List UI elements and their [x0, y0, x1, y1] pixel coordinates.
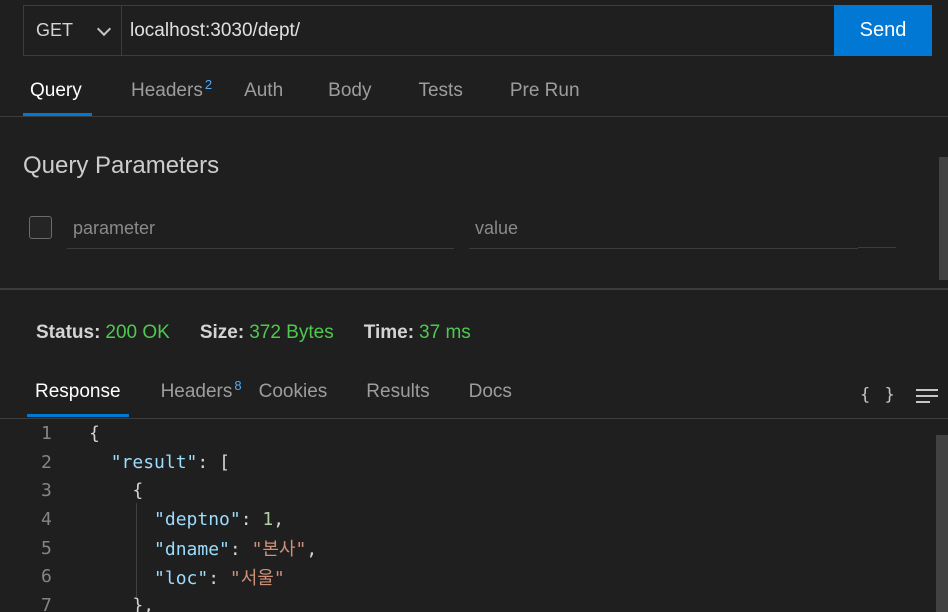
line-number: 2 — [41, 451, 52, 473]
line-number: 5 — [41, 537, 52, 559]
code-text: { — [89, 422, 100, 444]
query-parameters-title: Query Parameters — [23, 152, 220, 179]
method-select[interactable]: GET — [24, 6, 122, 55]
code-line: 7 }, — [0, 591, 936, 612]
request-tabs: Query Headers 2 Auth Body Tests Pre Run — [23, 77, 580, 116]
line-number: 1 — [41, 422, 52, 444]
code-text: { — [132, 480, 144, 502]
url-input[interactable] — [122, 6, 834, 55]
size-item: Size: 372 Bytes — [200, 322, 334, 344]
response-status-bar: Status: 200 OK Size: 372 Bytes Time: 37 ms — [36, 322, 501, 344]
row-underline — [858, 247, 896, 248]
size-value: 372 Bytes — [249, 322, 334, 343]
code-text: "loc": "서울" — [154, 567, 285, 589]
code-line: 2 "result": [ — [0, 448, 936, 477]
line-number: 6 — [41, 566, 52, 588]
tab-results[interactable]: Results — [366, 381, 429, 417]
tab-label: Response — [35, 381, 121, 402]
tab-tests[interactable]: Tests — [418, 80, 462, 116]
request-bar: GET Send — [23, 5, 932, 56]
response-scrollbar[interactable] — [936, 435, 948, 612]
tab-label: Pre Run — [509, 80, 580, 101]
param-enable-checkbox[interactable] — [29, 216, 52, 239]
tab-docs[interactable]: Docs — [469, 381, 512, 417]
tab-auth[interactable]: Auth — [244, 80, 283, 116]
headers-count-badge: 8 — [234, 378, 242, 393]
tab-query[interactable]: Query — [23, 80, 92, 116]
size-label: Size: — [199, 322, 245, 343]
tab-label: Headers — [160, 381, 233, 402]
status-label: Status: — [36, 322, 101, 343]
code-line: 5 "dname": "본사", — [0, 534, 936, 563]
tab-body[interactable]: Body — [328, 80, 371, 116]
code-line: 3 { — [0, 476, 936, 505]
code-text: "dname": "본사", — [154, 539, 318, 561]
tab-label: Docs — [468, 381, 512, 402]
tab-label: Results — [366, 381, 430, 402]
code-line: 4 "deptno": 1, — [0, 505, 936, 534]
tab-label: Auth — [244, 80, 284, 101]
line-number: 7 — [41, 594, 52, 612]
method-label: GET — [36, 20, 74, 40]
code-text: "result": [ — [110, 451, 230, 473]
tab-label: Cookies — [258, 381, 328, 402]
status-value: 200 OK — [105, 322, 170, 343]
pane-splitter[interactable] — [0, 288, 948, 290]
parameter-input[interactable] — [67, 208, 454, 249]
tab-label: Headers — [131, 80, 203, 101]
time-value: 37 ms — [419, 322, 471, 343]
code-line: 6 "loc": "서울" — [0, 562, 936, 591]
tab-response[interactable]: Response — [27, 381, 129, 417]
menu-icon[interactable] — [916, 389, 938, 405]
code-text: "deptno": 1, — [154, 508, 285, 530]
tab-label: Tests — [418, 80, 463, 101]
value-input[interactable] — [469, 208, 858, 249]
response-body-editor[interactable]: 1{2 "result": [3 {4 "deptno": 1, 5 "dname… — [0, 419, 936, 612]
send-button[interactable]: Send — [834, 5, 932, 56]
tab-headers[interactable]: Headers 2 — [131, 77, 213, 116]
indent-guide — [136, 503, 137, 597]
tab-label: Query — [30, 80, 82, 101]
line-number: 3 — [41, 480, 52, 502]
braces-icon[interactable]: { } — [860, 385, 897, 405]
chevron-down-icon — [96, 21, 112, 37]
tab-pre-run[interactable]: Pre Run — [510, 80, 580, 116]
code-text: }, — [132, 594, 155, 612]
time-item: Time: 37 ms — [364, 322, 471, 344]
request-scrollbar[interactable] — [939, 157, 948, 280]
time-label: Time: — [363, 322, 415, 343]
tab-cookies[interactable]: Cookies — [259, 381, 328, 417]
tab-response-headers[interactable]: Headers 8 — [160, 378, 242, 417]
tabs-divider — [0, 116, 948, 117]
line-number: 4 — [41, 508, 52, 530]
status-item: Status: 200 OK — [36, 322, 170, 344]
code-line: 1{ — [0, 419, 936, 448]
tab-label: Body — [328, 80, 372, 101]
headers-count-badge: 2 — [204, 77, 213, 92]
response-tabs: Response Headers 8 Cookies Results Docs — [27, 378, 512, 418]
